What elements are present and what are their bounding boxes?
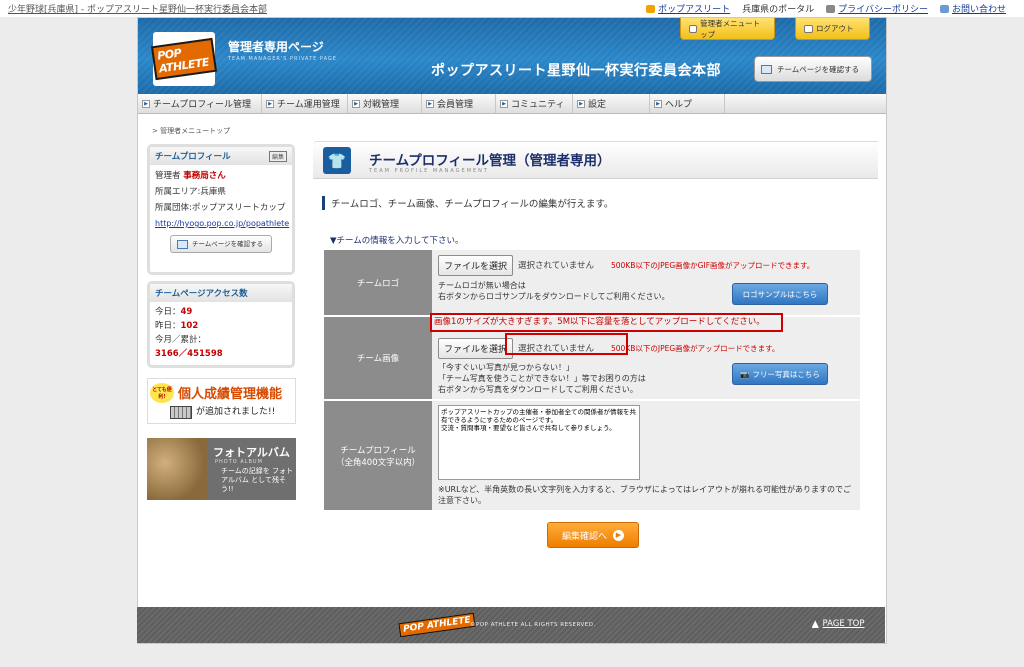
edit-confirm-button[interactable]: 編集確認へ ▶: [547, 522, 639, 548]
team-url-link[interactable]: http://hyogo.pop.co.jp/popathlete: [155, 216, 289, 232]
logout-icon: [804, 24, 813, 33]
sidebar-confirm-page-button[interactable]: チームページを確認する: [170, 235, 272, 253]
nav-team-profile[interactable]: ▶ チームプロフィール管理: [138, 94, 262, 113]
nav-match[interactable]: ▶ 対戦管理: [348, 94, 422, 113]
footer-logo[interactable]: POP ATHLETE: [398, 612, 476, 638]
confirm-team-page-button[interactable]: チームページを確認する: [754, 56, 872, 82]
screen-icon: [177, 239, 188, 249]
image-size-error: 画像1のサイズが大きすぎます。5M以下に容量を落としてアップロードしてください。: [430, 313, 783, 332]
logo-size-note: 500KB以下のJPEG画像かGIF画像がアップロードできます。: [611, 260, 815, 270]
top-links: ポップアスリート 兵庫県のポータル プライバシーポリシー お問い合わせ: [646, 2, 1006, 15]
access-count-box: チームページアクセス数 今日：49 昨日：102 今月／累計： 3166／451…: [147, 281, 295, 368]
site-header: POP ATHLETE 管理者専用ページ TEAM MANAGER'S PRIV…: [138, 18, 886, 94]
nav-help[interactable]: ▶ ヘルプ: [650, 94, 725, 113]
up-arrow-icon: ▲: [812, 619, 819, 629]
top-link-portal[interactable]: 兵庫県のポータル: [742, 2, 814, 15]
main-nav: ▶ チームプロフィール管理 ▶ チーム運用管理 ▶ 対戦管理 ▶ 会員管理 ▶ コミュニテ…: [138, 94, 886, 114]
profile-heading: チームプロフィール: [155, 152, 231, 162]
arrow-icon: ▶: [426, 99, 434, 108]
profile-area: 所属エリア:兵庫県: [155, 187, 226, 197]
logout-button[interactable]: ログアウト: [795, 18, 870, 40]
arrow-icon: ▶: [266, 99, 274, 108]
image-file-select-button[interactable]: ファイルを選択: [438, 337, 514, 359]
menu-top-button[interactable]: 管理者メニュートップ: [680, 18, 775, 40]
site-footer: POP ATHLETE ©POP ATHLETE ALL RIGHTS RESE…: [137, 607, 887, 643]
section-heading: ▼チームの情報を入力して下さい。: [330, 236, 464, 246]
copyright: ©POP ATHLETE ALL RIGHTS RESERVED.: [470, 622, 596, 628]
header-title: 管理者専用ページ: [228, 40, 324, 54]
error-highlight-file: [505, 333, 628, 355]
profile-group: 所属団体:ポップアスリートカップ: [155, 203, 286, 213]
breadcrumb[interactable]: > 管理者メニュートップ: [152, 126, 230, 136]
mail-icon: [939, 4, 949, 13]
camera-icon: 📷: [740, 369, 750, 379]
top-link-contact[interactable]: お問い合わせ: [939, 2, 1006, 15]
arrow-right-icon: ▶: [613, 529, 624, 541]
team-image-label: チーム画像: [324, 316, 432, 401]
baseball-glove-image: [147, 438, 207, 500]
top-link-popathlete[interactable]: ポップアスリート: [646, 2, 730, 15]
access-today: 49: [180, 307, 193, 317]
team-profile-box: チームプロフィール 編集 管理者 事務局さん 所属エリア:兵庫県 所属団体:ポップ…: [147, 144, 295, 275]
header-subtitle: TEAM MANAGER'S PRIVATE PAGE: [228, 56, 337, 62]
arrow-icon: ▶: [500, 99, 508, 108]
profile-edit-button[interactable]: 編集: [268, 150, 287, 162]
person-icon: [826, 4, 836, 13]
stats-feature-banner[interactable]: とても便利! 個人成績管理機能 が追加されました!!: [147, 378, 296, 424]
team-profile-textarea[interactable]: ポップアスリートカップの主催者・参加者全ての関係者が情報を共有できるようにするた…: [438, 405, 640, 480]
page-top-link[interactable]: ▲ PAGE TOP: [812, 619, 864, 629]
access-yesterday: 102: [180, 321, 199, 331]
popathlete-icon: [646, 4, 656, 13]
nav-members[interactable]: ▶ 会員管理: [422, 94, 496, 113]
access-heading: チームページアクセス数: [155, 289, 248, 299]
nav-settings[interactable]: ▶ 設定: [573, 94, 650, 113]
team-logo-row: チームロゴ ファイルを選択 選択されていません 500KB以下のJPEG画像かG…: [324, 250, 860, 317]
badge-icon: とても便利!: [150, 383, 174, 403]
arrow-icon: ▶: [654, 99, 662, 108]
manager-name: 事務局さん: [183, 171, 226, 181]
free-photo-button[interactable]: 📷 フリー写真はこちら: [732, 363, 828, 385]
top-link-privacy[interactable]: プライバシーポリシー: [826, 2, 928, 15]
access-month-total: 3166／451598: [155, 349, 223, 359]
arrow-icon: ▶: [577, 99, 585, 108]
logo-no-file: 選択されていません: [518, 261, 595, 271]
intro-text: チームロゴ、チーム画像、チームプロフィールの編集が行えます。: [322, 196, 613, 210]
logo-file-select-button[interactable]: ファイルを選択: [438, 254, 514, 276]
profile-form-table: チームロゴ ファイルを選択 選択されていません 500KB以下のJPEG画像かG…: [324, 250, 860, 512]
image-size-note: 500KB以下のJPEG画像がアップロードできます。: [611, 343, 780, 353]
screen-icon: [761, 64, 772, 74]
pop-athlete-logo[interactable]: POP ATHLETE: [150, 32, 218, 86]
team-profile-label: チームプロフィール: [340, 445, 416, 456]
top-bar: 少年野球[兵庫県] - ポップアスリート星野仙一杯実行委員会本部 ポップアスリー…: [0, 0, 1024, 17]
team-profile-row: チームプロフィール （全角400文字以内） ポップアスリートカップの主催者・参加者…: [324, 400, 860, 512]
arrow-icon: ▶: [352, 99, 360, 108]
scoreboard-icon: [170, 406, 192, 419]
nav-team-operation[interactable]: ▶ チーム運用管理: [262, 94, 348, 113]
nav-community[interactable]: ▶ コミュニティ: [496, 94, 573, 113]
site-breadcrumb-link[interactable]: 少年野球[兵庫県] - ポップアスリート星野仙一杯実行委員会本部: [8, 2, 267, 15]
menu-icon: [689, 24, 698, 33]
logo-sample-button[interactable]: ロゴサンプルはこちら: [732, 283, 828, 305]
photo-album-banner[interactable]: フォトアルバム PHOTO ALBUM チームの記録を フォトアルバム として残…: [147, 438, 296, 500]
header-org-name: ポップアスリート星野仙一杯実行委員会本部: [431, 63, 721, 79]
profile-url-note: ※URLなど、半角英数の長い文字列を入力すると、ブラウザによってはレイアウトが崩…: [438, 485, 852, 505]
team-logo-label: チームロゴ: [324, 250, 432, 317]
arrow-icon: ▶: [142, 99, 150, 108]
